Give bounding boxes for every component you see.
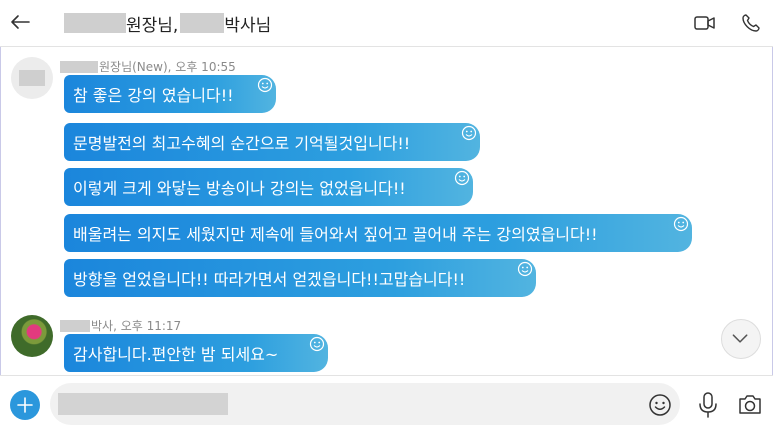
plus-icon — [17, 397, 33, 413]
message-input[interactable] — [236, 391, 640, 419]
sender-and-time: 박사, 오후 11:17 — [91, 319, 182, 333]
smiley-reaction-icon[interactable] — [454, 170, 470, 186]
message-text: 참 좋은 강의 였습니다!! — [73, 86, 234, 105]
chevron-down-icon — [732, 334, 748, 343]
camera-icon[interactable] — [737, 392, 763, 416]
sender-and-time: 원장님(New), 오후 10:55 — [99, 60, 236, 74]
phone-icon[interactable] — [741, 13, 761, 33]
smiley-reaction-icon[interactable] — [309, 336, 325, 352]
message-text: 문명발전의 최고수혜의 순간으로 기억될것입니다!! — [73, 134, 411, 153]
redacted-name — [60, 60, 98, 73]
message-bubble[interactable]: 감사합니다.편안한 밤 되세요~ — [64, 334, 328, 372]
scroll-to-bottom-button[interactable] — [721, 319, 761, 359]
message-bubble[interactable]: 이렇게 크게 와닿는 방송이나 강의는 없었읍니다!! — [64, 168, 473, 206]
smiley-reaction-icon[interactable] — [517, 261, 533, 277]
chat-title-part1: 원장님, — [126, 15, 179, 36]
message-text: 방향을 얻었읍니다!! 따라가면서 얻겠읍니다!!고맙습니다!! — [73, 270, 466, 289]
message-text: 이렇게 크게 와닿는 방송이나 강의는 없었읍니다!! — [73, 179, 406, 198]
smiley-reaction-icon[interactable] — [257, 77, 273, 93]
emoji-icon[interactable] — [648, 393, 672, 417]
arrow-left-icon[interactable] — [9, 11, 31, 33]
message-bubble[interactable]: 문명발전의 최고수혜의 순간으로 기억될것입니다!! — [64, 123, 480, 161]
add-button[interactable] — [10, 390, 40, 420]
redacted-input-text — [58, 393, 228, 415]
message-text: 배울려는 의지도 세웠지만 제속에 들어와서 짚어고 끌어내 주는 강의였읍니다… — [73, 225, 598, 244]
redacted-name — [180, 13, 225, 33]
redacted-name — [60, 319, 90, 332]
video-camera-icon[interactable] — [694, 14, 716, 32]
message-bubble[interactable]: 참 좋은 강의 였습니다!! — [64, 75, 276, 113]
message-bubble[interactable]: 방향을 얻었읍니다!! 따라가면서 얻겠읍니다!!고맙습니다!! — [64, 259, 536, 297]
avatar[interactable] — [11, 315, 53, 357]
avatar[interactable] — [11, 57, 53, 99]
microphone-icon[interactable] — [697, 391, 719, 419]
chat-title-part2: 박사님 — [224, 15, 272, 36]
redacted-avatar — [19, 70, 45, 86]
message-input-container[interactable] — [50, 383, 680, 425]
chat-header: 원장님, 박사님 — [0, 0, 773, 47]
smiley-reaction-icon[interactable] — [461, 125, 477, 141]
redacted-name — [64, 13, 126, 33]
chat-title[interactable]: 원장님, 박사님 — [64, 11, 272, 36]
smiley-reaction-icon[interactable] — [673, 216, 689, 232]
message-bubble[interactable]: 배울려는 의지도 세웠지만 제속에 들어와서 짚어고 끌어내 주는 강의였읍니다… — [64, 214, 692, 252]
message-text: 감사합니다.편안한 밤 되세요~ — [73, 345, 279, 364]
message-meta: 원장님(New), 오후 10:55 — [60, 58, 236, 75]
message-meta: 박사, 오후 11:17 — [60, 317, 181, 334]
